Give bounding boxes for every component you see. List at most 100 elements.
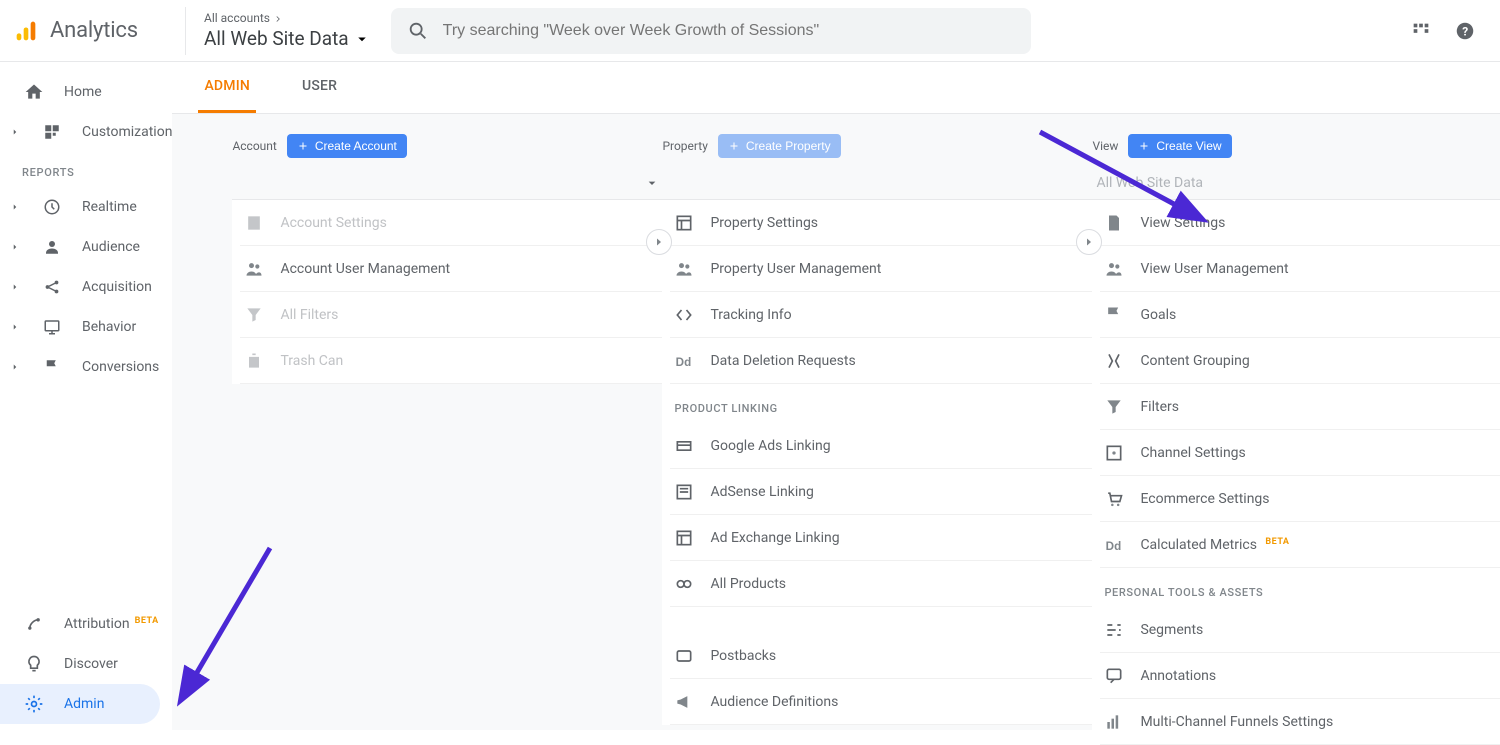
- menu-item-label: Google Ads Linking: [710, 438, 830, 454]
- menu-item-label: Goals: [1140, 307, 1176, 323]
- content: ADMIN USER Account Create Account Accoun…: [172, 62, 1500, 730]
- chevron-right-icon: [8, 127, 22, 137]
- reports-section-header: REPORTS: [0, 152, 172, 187]
- sidebar-item-conversions[interactable]: Conversions: [0, 347, 172, 387]
- sidebar-item-acquisition[interactable]: Acquisition: [0, 267, 172, 307]
- menu-item-annotations[interactable]: Annotations: [1100, 653, 1500, 699]
- tabs: ADMIN USER: [172, 62, 1500, 114]
- tab-admin[interactable]: ADMIN: [198, 62, 256, 113]
- menu-item-account user management[interactable]: Account User Management: [240, 246, 662, 292]
- sidebar-item-behavior[interactable]: Behavior: [0, 307, 172, 347]
- top-bar: Analytics All accounts All Web Site Data: [0, 0, 1500, 62]
- account-selector[interactable]: [232, 166, 662, 200]
- menu-item-label: Property Settings: [710, 215, 818, 231]
- menu-item-segments[interactable]: Segments: [1100, 607, 1500, 653]
- chevron-right-icon: [8, 202, 22, 212]
- menu-item-tracking info[interactable]: Tracking Info: [670, 292, 1092, 338]
- create-view-button[interactable]: Create View: [1128, 134, 1231, 158]
- menu-item-label: Account Settings: [280, 215, 386, 231]
- menu-item-ad exchange linking[interactable]: Ad Exchange Linking: [670, 515, 1092, 561]
- trash-icon: [244, 351, 264, 371]
- sidebar-item-realtime[interactable]: Realtime: [0, 187, 172, 227]
- menu-item-google ads linking[interactable]: Google Ads Linking: [670, 423, 1092, 469]
- sidebar-item-discover[interactable]: Discover: [0, 644, 172, 684]
- menu-item-all products[interactable]: All Products: [670, 561, 1092, 607]
- sidebar-item-label: Conversions: [82, 359, 159, 375]
- building-icon: [244, 213, 264, 233]
- menu-item-data deletion requests[interactable]: Data Deletion Requests: [670, 338, 1092, 384]
- property-selector[interactable]: [662, 166, 1092, 200]
- menu-item-postbacks[interactable]: Postbacks: [670, 633, 1092, 679]
- menu-item-view user management[interactable]: View User Management: [1100, 246, 1500, 292]
- adsense-icon: [674, 482, 694, 502]
- menu-item-channel settings[interactable]: Channel Settings: [1100, 430, 1500, 476]
- menu-item-audience definitions[interactable]: Audience Definitions: [670, 679, 1092, 725]
- home-icon: [22, 80, 46, 104]
- logo-text: Analytics: [50, 18, 138, 43]
- clock-icon: [40, 195, 64, 219]
- sidebar-item-attribution[interactable]: AttributionBETA: [0, 604, 172, 644]
- group-icon: [1104, 351, 1124, 371]
- search-box[interactable]: [391, 8, 1031, 54]
- menu-item-label: All Products: [710, 576, 786, 592]
- create-property-button[interactable]: Create Property: [718, 134, 841, 158]
- column-header: Account: [232, 139, 276, 153]
- sidebar-item-admin[interactable]: Admin: [0, 684, 160, 724]
- monitor-icon: [40, 315, 64, 339]
- menu-item-content grouping[interactable]: Content Grouping: [1100, 338, 1500, 384]
- sidebar-item-audience[interactable]: Audience: [0, 227, 172, 267]
- customization-icon: [40, 120, 64, 144]
- view-selector[interactable]: All Web Site Data: [1092, 166, 1500, 200]
- chevron-right-icon: [8, 282, 22, 292]
- cart-icon: [1104, 489, 1124, 509]
- chevron-right-icon: [273, 14, 283, 24]
- sidebar-item-label: Home: [64, 84, 102, 100]
- menu-item-filters[interactable]: Filters: [1100, 384, 1500, 430]
- menu-item-view settings[interactable]: View Settings: [1100, 200, 1500, 246]
- menu-item-label: AdSense Linking: [710, 484, 813, 500]
- bars-icon: [1104, 712, 1124, 732]
- menu-item-label: Content Grouping: [1140, 353, 1249, 369]
- menu-item-label: Calculated Metrics BETA: [1140, 537, 1289, 553]
- sidebar-item-label: Discover: [64, 656, 118, 672]
- menu-item-label: All Filters: [280, 307, 338, 323]
- menu-item-label: Multi-Channel Funnels Settings: [1140, 714, 1333, 730]
- menu-item-multi-channel funnels settings[interactable]: Multi-Channel Funnels Settings: [1100, 699, 1500, 745]
- create-account-button[interactable]: Create Account: [287, 134, 407, 158]
- analytics-logo-icon: [12, 17, 40, 45]
- person-icon: [40, 235, 64, 259]
- apps-icon[interactable]: [1410, 20, 1432, 42]
- column-account: Account Create Account Account Settings …: [232, 134, 662, 745]
- menu-item-label: View Settings: [1140, 215, 1225, 231]
- menu-item-calculated metrics[interactable]: Calculated Metrics BETA: [1100, 522, 1500, 568]
- menu-item-label: Channel Settings: [1140, 445, 1245, 461]
- share-icon: [40, 275, 64, 299]
- search-input[interactable]: [443, 22, 1015, 40]
- logo[interactable]: Analytics: [12, 17, 167, 45]
- menu-item-property user management[interactable]: Property User Management: [670, 246, 1092, 292]
- sidebar-item-customization[interactable]: Customization: [0, 112, 172, 152]
- menu-item-label: Account User Management: [280, 261, 450, 277]
- menu-item-label: Postbacks: [710, 648, 776, 664]
- sidebar-item-label: Realtime: [82, 199, 137, 215]
- menu-item-account settings[interactable]: Account Settings: [240, 200, 662, 246]
- panel-icon: [674, 528, 694, 548]
- menu-item-trash can[interactable]: Trash Can: [240, 338, 662, 384]
- menu-item-ecommerce settings[interactable]: Ecommerce Settings: [1100, 476, 1500, 522]
- menu-item-adsense linking[interactable]: AdSense Linking: [670, 469, 1092, 515]
- account-selector[interactable]: All accounts All Web Site Data: [185, 7, 371, 55]
- sidebar-item-label: Customization: [82, 124, 172, 140]
- menu-item-property settings[interactable]: Property Settings: [670, 200, 1092, 246]
- menu-item-label: View User Management: [1140, 261, 1288, 277]
- ads-icon: [674, 436, 694, 456]
- sidebar-item-label: Behavior: [82, 319, 136, 335]
- menu-item-label: Tracking Info: [710, 307, 791, 323]
- help-icon[interactable]: [1454, 20, 1476, 42]
- menu-item-goals[interactable]: Goals: [1100, 292, 1500, 338]
- doc-icon: [1104, 213, 1124, 233]
- column-property: Property Create Property Property Settin…: [662, 134, 1092, 745]
- people-icon: [1104, 259, 1124, 279]
- menu-item-all filters[interactable]: All Filters: [240, 292, 662, 338]
- tab-user[interactable]: USER: [296, 62, 343, 113]
- sidebar-item-home[interactable]: Home: [0, 72, 172, 112]
